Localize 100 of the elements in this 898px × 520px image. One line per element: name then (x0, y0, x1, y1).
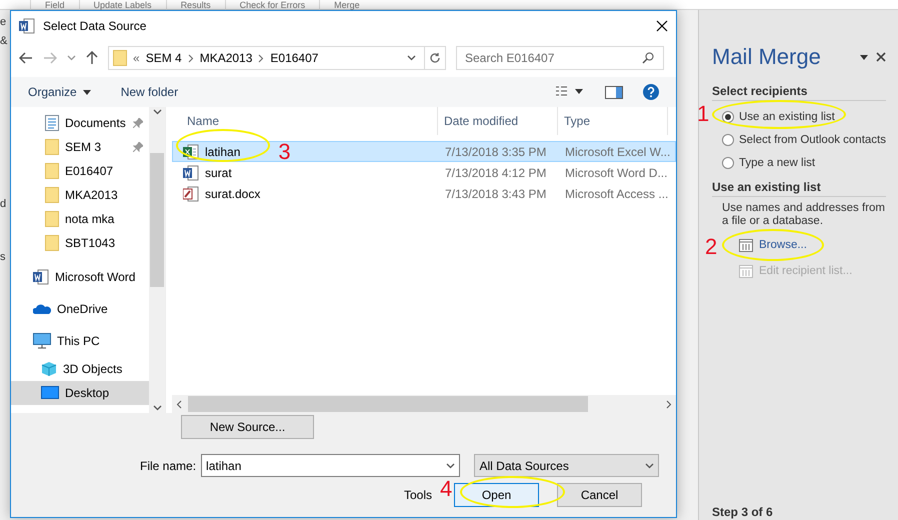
nav-item[interactable]: nota mka (11, 207, 149, 231)
preview-pane-icon[interactable] (605, 86, 623, 98)
nav-item[interactable]: SBT1043 (11, 231, 149, 255)
table-icon (739, 238, 753, 252)
file-type-dropdown[interactable]: All Data Sources (474, 454, 659, 477)
cancel-button[interactable]: Cancel (557, 483, 642, 507)
address-bar[interactable]: « SEM 4 MKA2013 E016407 (108, 46, 446, 70)
monitor-icon (33, 333, 51, 349)
word-icon (33, 269, 49, 285)
organize-menu[interactable]: Organize (28, 85, 91, 99)
open-button[interactable]: Open (454, 483, 540, 507)
folder-icon (45, 211, 59, 227)
nav-item[interactable]: OneDrive (11, 293, 149, 325)
column-header[interactable]: Type (558, 107, 668, 135)
view-options-icon[interactable] (555, 86, 585, 98)
nav-label: MKA2013 (65, 188, 119, 202)
cloud-icon (33, 303, 51, 315)
scrollbar-thumb[interactable] (150, 153, 164, 287)
breadcrumb[interactable]: SEM 4 (146, 51, 182, 65)
new-source-button[interactable]: New Source... (181, 415, 314, 439)
file-row[interactable]: latihan 3 7/13/2018 3:35 PM Microsoft Excel W... (172, 141, 676, 162)
close-icon[interactable] (656, 20, 668, 32)
chevron-down-icon (446, 462, 456, 468)
step-number: 4 (440, 478, 452, 500)
breadcrumb[interactable]: MKA2013 (200, 51, 252, 65)
radio-option[interactable]: Use an existing list (712, 105, 886, 128)
radio-option[interactable]: Type a new list (712, 151, 886, 174)
pane-link[interactable]: Browse... (739, 232, 807, 258)
nav-item[interactable]: 3D Objects (11, 357, 149, 381)
recent-locations-icon[interactable] (67, 55, 76, 61)
document-text: s (0, 251, 6, 264)
nav-label: SEM 3 (65, 140, 102, 154)
column-header[interactable]: Name (172, 107, 438, 135)
file-name: surat.docx (183, 186, 260, 202)
field-label: File name: (140, 458, 196, 472)
radio-button[interactable] (722, 110, 734, 122)
file-name: latihan (183, 144, 240, 160)
dropdown-arrow-icon (82, 90, 91, 94)
pin-icon (133, 118, 143, 128)
nav-item[interactable]: Microsoft Word (11, 261, 149, 293)
scroll-down-icon[interactable] (152, 405, 162, 411)
cube-icon (41, 361, 57, 377)
step-text: Step 3 of 6 (712, 505, 774, 520)
dialog-title: Select Data Source (43, 19, 148, 33)
overflow-marker: « (133, 51, 140, 65)
word-icon (183, 164, 199, 180)
nav-item[interactable]: MKA2013 (11, 183, 149, 207)
nav-item[interactable]: Desktop (11, 381, 149, 405)
section-title: Select recipients (712, 84, 886, 101)
word-icon (19, 18, 35, 34)
radio-button[interactable] (722, 156, 734, 168)
nav-item[interactable]: SEM 3 (11, 135, 149, 159)
file-date: 7/13/2018 3:35 PM (444, 144, 548, 158)
folder-icon (113, 50, 127, 66)
new-folder-button[interactable]: New folder (120, 85, 178, 99)
step-number: 1 (697, 103, 710, 125)
file-type: Microsoft Excel W... (564, 144, 672, 158)
folder-icon (45, 139, 59, 155)
file-name: surat (183, 164, 232, 180)
close-icon[interactable] (876, 52, 886, 62)
step-number: 3 (278, 142, 291, 162)
nav-item[interactable]: E016407 (11, 159, 149, 183)
folder-icon (45, 187, 59, 203)
chevron-down-icon (645, 462, 654, 468)
scroll-right-icon[interactable] (666, 400, 672, 408)
pin-icon (133, 142, 143, 152)
tools-menu[interactable]: Tools (404, 488, 432, 502)
scrollbar-thumb[interactable] (188, 396, 588, 412)
column-header[interactable]: Date modified (438, 107, 558, 135)
document-text: e (0, 16, 6, 29)
help-icon[interactable] (643, 84, 659, 100)
section-title: Use an existing list (712, 180, 886, 197)
up-arrow-icon[interactable] (86, 51, 98, 65)
nav-item[interactable]: This PC (11, 325, 149, 357)
file-date: 7/13/2018 3:43 PM (444, 186, 548, 200)
nav-label: SBT1043 (65, 236, 116, 250)
chevron-down-icon (407, 55, 416, 61)
breadcrumb[interactable]: E016407 (270, 51, 318, 65)
chevron-right-icon (258, 54, 264, 62)
nav-label: Documents (65, 116, 127, 130)
nav-item[interactable]: Documents (11, 111, 149, 135)
table-icon (739, 264, 753, 278)
file-row[interactable]: surat 7/13/2018 4:12 PM Microsoft Word D... (172, 162, 676, 183)
radio-option[interactable]: Select from Outlook contacts (712, 128, 886, 151)
chevron-right-icon (188, 54, 194, 62)
file-type: Microsoft Access ... (564, 186, 670, 200)
pane-title: Mail Merge (712, 44, 821, 70)
step-number: 2 (705, 236, 718, 258)
back-arrow-icon[interactable] (19, 52, 33, 64)
scroll-up-icon[interactable] (152, 109, 162, 115)
file-row[interactable]: surat.docx 7/13/2018 3:43 PM Microsoft Access ... (172, 183, 676, 204)
search-field[interactable]: Search E016407 (456, 46, 664, 70)
radio-button[interactable] (722, 134, 734, 146)
spreadsheet-icon (183, 144, 199, 160)
document-text: d (0, 198, 6, 211)
scroll-left-icon[interactable] (176, 400, 182, 408)
folder-icon (45, 163, 59, 179)
nav-label: nota mka (65, 212, 116, 226)
refresh-icon[interactable] (429, 52, 441, 64)
file-name-field[interactable]: latihan (201, 454, 460, 477)
